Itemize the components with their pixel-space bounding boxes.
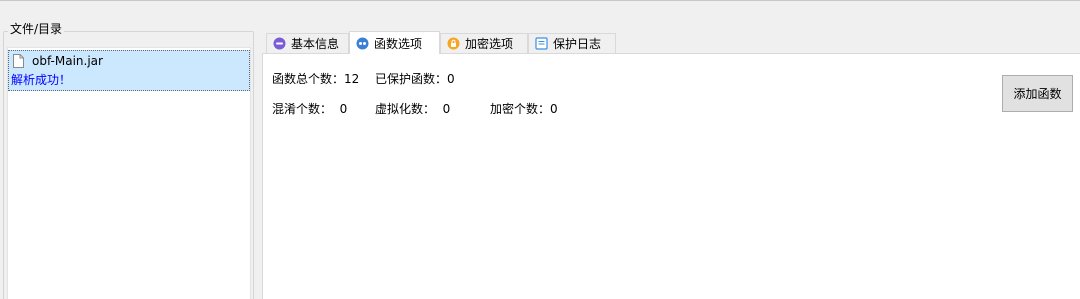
total-functions-label: 函数总个数：12 <box>272 72 360 86</box>
tab-label: 函数选项 <box>374 36 423 51</box>
tab-label: 加密选项 <box>465 37 514 51</box>
tab-encrypt-options[interactable]: 加密选项 <box>440 33 528 53</box>
obfuscated-count-label: 混淆个数： 0 <box>272 102 348 116</box>
tab-basic-info[interactable]: 基本信息 <box>266 33 349 53</box>
file-icon <box>13 54 24 68</box>
file-status: 解析成功！ <box>11 73 72 87</box>
function-options-panel <box>262 53 1080 299</box>
tab-function-options[interactable]: 函数选项 <box>349 31 440 54</box>
protected-functions-label: 已保护函数：0 <box>375 72 455 86</box>
tab-protection-log[interactable]: 保护日志 <box>528 33 616 53</box>
tab-label: 基本信息 <box>291 37 340 51</box>
function-icon <box>356 37 369 49</box>
file-list[interactable]: obf-Main.jar 解析成功！ <box>7 47 251 299</box>
list-item-file[interactable]: obf-Main.jar 解析成功！ <box>8 50 250 91</box>
encrypted-count-label: 加密个数：0 <box>490 102 558 116</box>
log-icon <box>535 37 548 50</box>
file-name: obf-Main.jar <box>32 54 103 68</box>
chat-bubble-icon <box>273 37 286 50</box>
tab-strip: 基本信息 函数选项 加密选项 保护日志 <box>262 31 1080 54</box>
tab-label: 保护日志 <box>553 37 602 51</box>
lock-icon <box>447 37 460 50</box>
groupbox-title: 文件/目录 <box>8 22 65 36</box>
virtualized-count-label: 虚拟化数： 0 <box>375 102 451 116</box>
add-function-button[interactable]: 添加函数 <box>1002 75 1073 112</box>
app-window: 文件/目录 obf-Main.jar 解析成功！ 基本信息 函数选项 加密选项 … <box>0 0 1080 299</box>
